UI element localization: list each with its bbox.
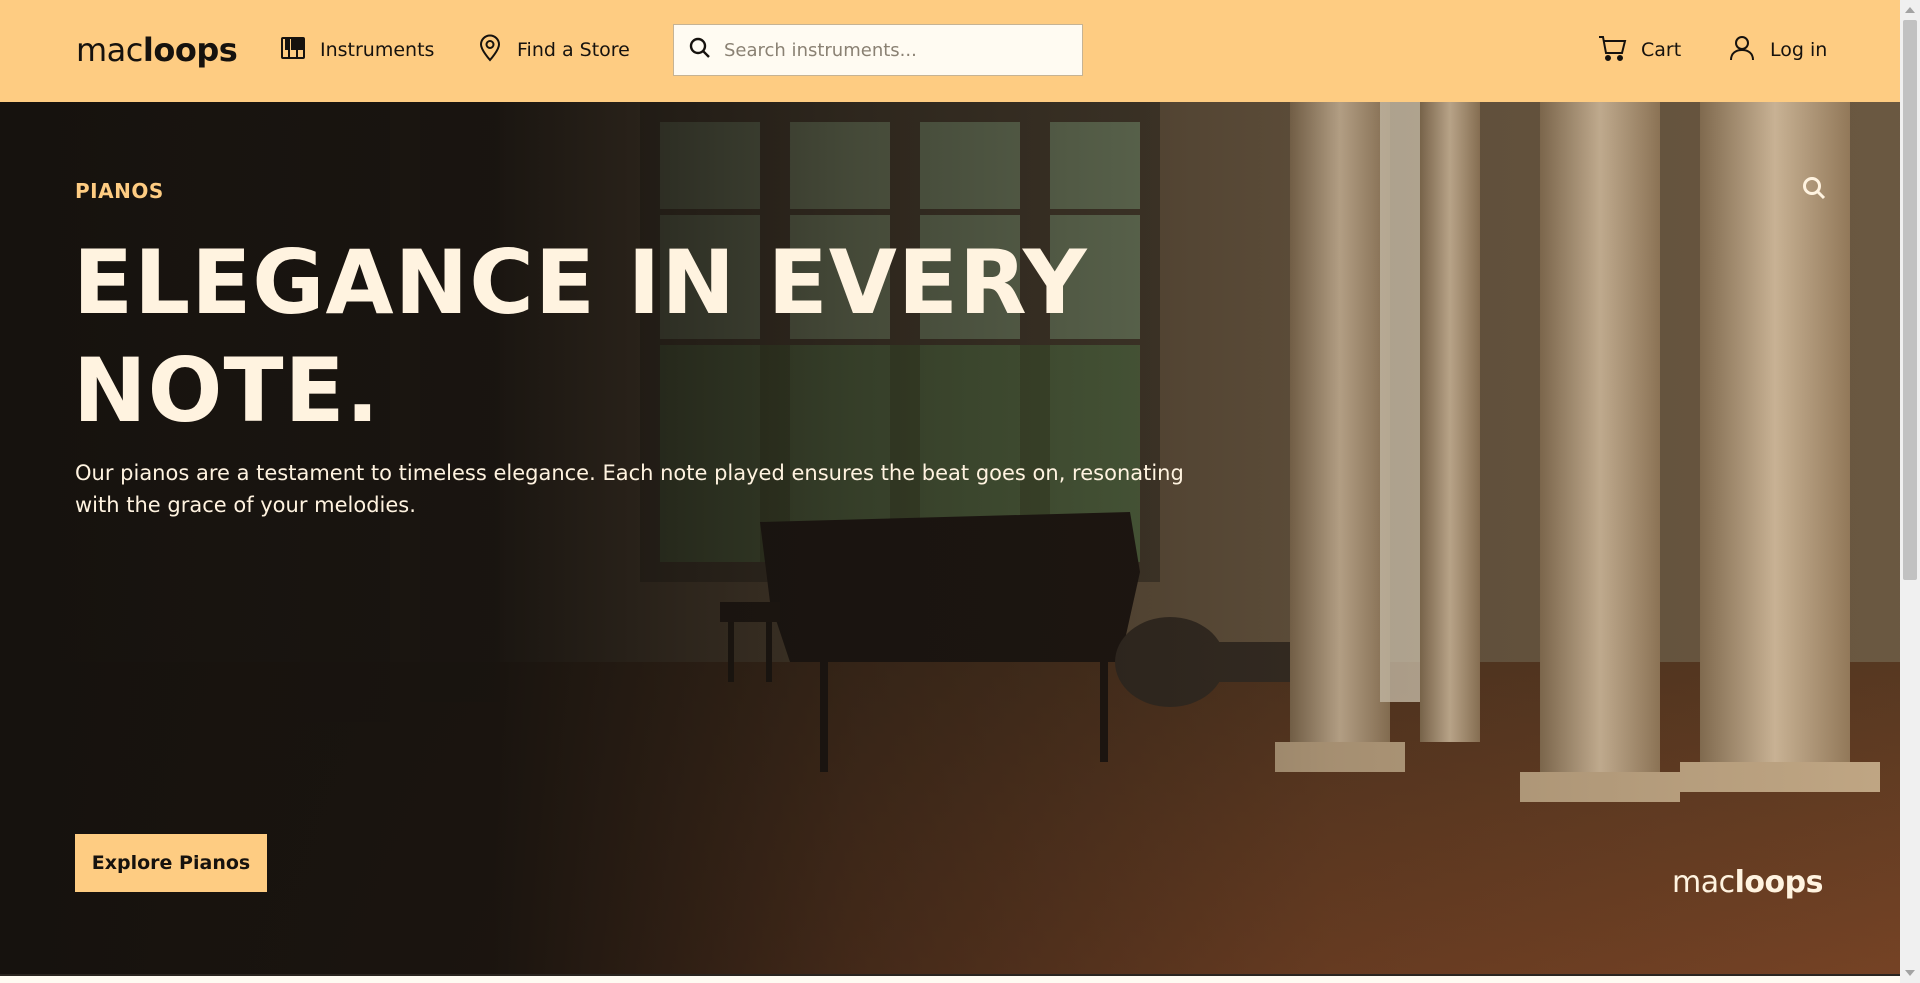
hero-search-icon[interactable] bbox=[1800, 174, 1828, 202]
hero-logo-text-loops: loops bbox=[1734, 865, 1824, 900]
nav-login[interactable]: Log in bbox=[1728, 35, 1827, 65]
hero-brand-logo: mac loops bbox=[1672, 868, 1823, 898]
hero-logo-text-mac: mac bbox=[1672, 865, 1735, 900]
nav-instruments-label: Instruments bbox=[320, 39, 435, 61]
nav-find-store[interactable]: Find a Store bbox=[477, 34, 630, 67]
page-scrollbar[interactable] bbox=[1900, 0, 1920, 983]
piano-icon bbox=[280, 35, 306, 66]
search-icon bbox=[688, 36, 712, 64]
search-bar bbox=[673, 24, 1083, 76]
logo-text-loo: loo bbox=[142, 31, 197, 69]
hero-eyebrow: PIANOS bbox=[75, 179, 164, 203]
nav-login-label: Log in bbox=[1770, 39, 1828, 61]
nav-find-store-label: Find a Store bbox=[517, 39, 630, 61]
brand-logo[interactable]: mac loops bbox=[76, 30, 238, 70]
hero-banner: PIANOS ELEGANCE IN EVERY NOTE. Our piano… bbox=[0, 102, 1900, 974]
logo-text-mac: mac bbox=[76, 31, 143, 69]
hero-logo-text-loo: loo bbox=[1734, 865, 1786, 900]
nav-cart-label: Cart bbox=[1641, 39, 1682, 61]
explore-pianos-button[interactable]: Explore Pianos bbox=[75, 834, 267, 892]
hero-description: Our pianos are a testament to timeless e… bbox=[75, 461, 1184, 517]
search-input[interactable] bbox=[724, 39, 1054, 61]
scroll-up-arrow-icon[interactable] bbox=[1905, 7, 1915, 13]
scroll-down-arrow-icon[interactable] bbox=[1905, 970, 1915, 976]
logo-text-ps: ps bbox=[196, 31, 238, 69]
logo-text-loops: loops bbox=[142, 31, 238, 69]
location-pin-icon bbox=[477, 34, 503, 67]
nav-instruments[interactable]: Instruments bbox=[280, 35, 434, 65]
cart-icon bbox=[1597, 34, 1627, 67]
site-header: mac loops Instruments Find a Store Searc… bbox=[0, 0, 1900, 102]
hero-title: ELEGANCE IN EVERY NOTE. bbox=[73, 231, 1088, 442]
hero-logo-text-ps: ps bbox=[1784, 865, 1824, 900]
page-bottom-edge bbox=[0, 974, 1900, 983]
user-icon bbox=[1728, 34, 1756, 67]
nav-cart[interactable]: Cart bbox=[1597, 35, 1681, 65]
scrollbar-thumb[interactable] bbox=[1903, 20, 1917, 580]
